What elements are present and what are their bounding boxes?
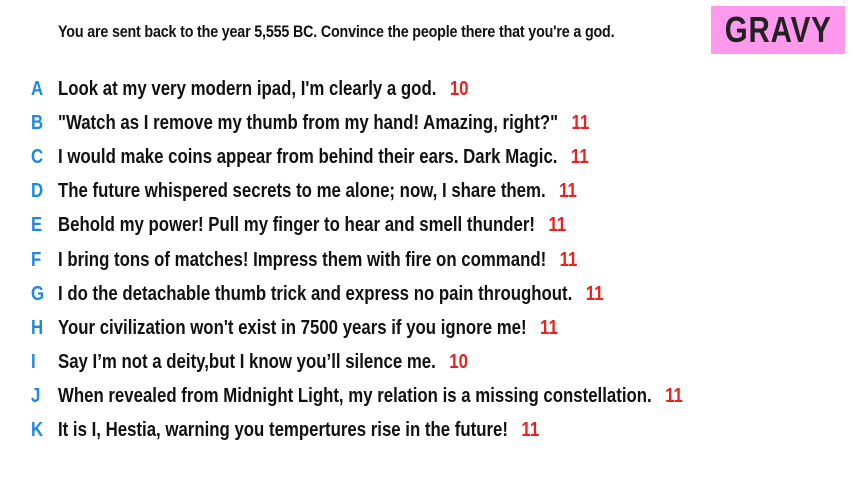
answer-line: It is I, Hestia, warning you tempertures… xyxy=(58,419,539,442)
answer-text: When revealed from Midnight Light, my re… xyxy=(58,385,652,408)
answer-letter: I xyxy=(31,351,36,374)
answer-line: The future whispered secrets to me alone… xyxy=(58,180,577,203)
answer-text: Look at my very modern ipad, I'm clearly… xyxy=(58,77,437,100)
answer-letter: A xyxy=(31,77,44,100)
answer-line: "Watch as I remove my thumb from my hand… xyxy=(58,112,589,135)
answer-text: It is I, Hestia, warning you tempertures… xyxy=(58,419,508,442)
answer-score: 11 xyxy=(521,419,540,442)
answer-letter: K xyxy=(31,419,44,442)
answer-score: 10 xyxy=(449,351,468,374)
answer-row[interactable]: F I bring tons of matches! Impress them … xyxy=(0,243,853,277)
answer-letter: B xyxy=(31,111,44,134)
answer-row[interactable]: J When revealed from Midnight Light, my … xyxy=(0,380,853,414)
answer-text: "Watch as I remove my thumb from my hand… xyxy=(58,111,559,134)
answer-letter: E xyxy=(31,214,43,237)
answer-line: I bring tons of matches! Impress them wi… xyxy=(58,249,577,272)
answer-score: 11 xyxy=(540,316,558,339)
answer-letter: D xyxy=(31,180,44,203)
answer-text: Behold my power! Pull my finger to hear … xyxy=(58,214,536,237)
answer-line: Behold my power! Pull my finger to hear … xyxy=(58,214,566,237)
answer-score: 11 xyxy=(559,248,578,271)
answer-row[interactable]: B "Watch as I remove my thumb from my ha… xyxy=(0,106,853,140)
answer-line: I do the detachable thumb trick and expr… xyxy=(58,283,604,306)
answer-row[interactable]: K It is I, Hestia, warning you tempertur… xyxy=(0,414,853,448)
answer-letter: F xyxy=(31,248,42,271)
answer-row[interactable]: G I do the detachable thumb trick and ex… xyxy=(0,277,853,311)
answer-row[interactable]: D The future whispered secrets to me alo… xyxy=(0,175,853,209)
answer-score: 11 xyxy=(559,180,577,203)
answer-row[interactable]: A Look at my very modern ipad, I'm clear… xyxy=(0,72,853,106)
answer-row[interactable]: I Say I’m not a deity,but I know you’ll … xyxy=(0,346,853,380)
answer-letter: J xyxy=(31,385,41,408)
answer-row[interactable]: H Your civilization won't exist in 7500 … xyxy=(0,311,853,345)
answer-letter: H xyxy=(31,316,44,339)
answer-text: The future whispered secrets to me alone… xyxy=(58,180,546,203)
player-name: GRAVY xyxy=(724,9,832,50)
answer-score: 11 xyxy=(585,282,604,305)
answer-score: 11 xyxy=(665,385,683,408)
answer-line: When revealed from Midnight Light, my re… xyxy=(58,385,683,408)
answer-row[interactable]: C I would make coins appear from behind … xyxy=(0,140,853,174)
answer-letter: C xyxy=(31,145,44,168)
answer-line: Say I’m not a deity,but I know you’ll si… xyxy=(58,351,468,374)
answer-text: Your civilization won't exist in 7500 ye… xyxy=(58,316,527,339)
player-name-badge: GRAVY xyxy=(711,6,845,54)
answer-score: 10 xyxy=(449,77,469,100)
question-prompt: You are sent back to the year 5,555 BC. … xyxy=(58,22,615,41)
answer-text: I do the detachable thumb trick and expr… xyxy=(58,282,573,305)
answer-row[interactable]: E Behold my power! Pull my finger to hea… xyxy=(0,209,853,243)
answer-score: 11 xyxy=(548,214,567,237)
answer-line: Your civilization won't exist in 7500 ye… xyxy=(58,317,558,340)
answer-letter: G xyxy=(31,282,45,305)
answer-list: A Look at my very modern ipad, I'm clear… xyxy=(0,72,853,448)
answer-text: Say I’m not a deity,but I know you’ll si… xyxy=(58,351,436,374)
answer-line: Look at my very modern ipad, I'm clearly… xyxy=(58,78,469,101)
answer-text: I bring tons of matches! Impress them wi… xyxy=(58,248,547,271)
answer-line: I would make coins appear from behind th… xyxy=(58,146,589,169)
answer-score: 11 xyxy=(571,111,590,134)
answer-text: I would make coins appear from behind th… xyxy=(58,145,558,168)
answer-score: 11 xyxy=(570,145,589,168)
